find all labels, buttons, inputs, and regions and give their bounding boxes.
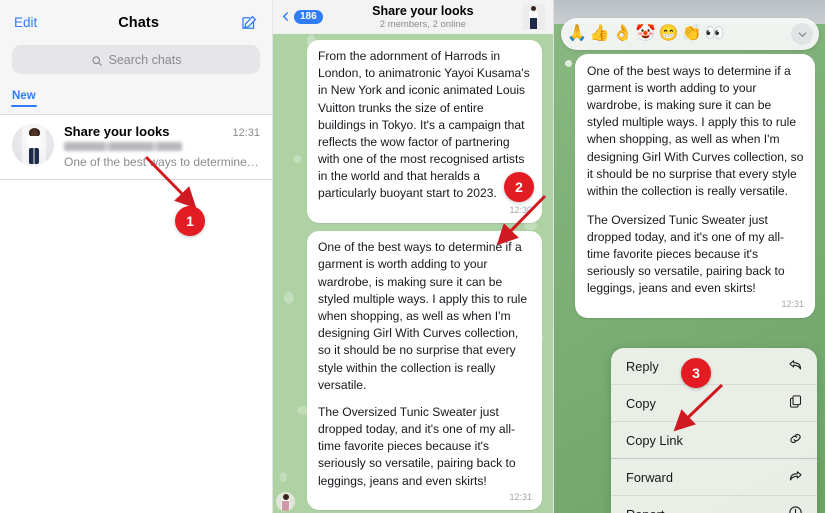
message-text-second-paragraph: The Oversized Tunic Sweater just dropped… — [587, 212, 785, 296]
chat-filter-tabs: New — [0, 82, 272, 114]
message-bubble[interactable]: One of the best ways to determine if a g… — [307, 231, 542, 511]
chevron-down-icon[interactable] — [791, 23, 813, 45]
chat-sender-name-redacted — [64, 142, 182, 151]
menu-item-label: Report — [626, 507, 664, 513]
link-icon — [788, 431, 803, 449]
step-badge-1: 1 — [175, 206, 205, 236]
reaction-ok-hand-icon[interactable]: 👌 — [613, 26, 633, 42]
avatar — [12, 124, 54, 166]
menu-item-reply[interactable]: Reply — [611, 348, 817, 384]
message-context-menu: Reply Copy Copy Link Forward — [611, 348, 817, 513]
report-icon — [788, 505, 803, 513]
reaction-clap-icon[interactable]: 👏 — [682, 26, 702, 42]
forward-icon — [788, 468, 803, 486]
message-timestamp: 12:31 — [781, 299, 804, 310]
chat-preview-text: One of the best ways to determine if a g… — [64, 155, 260, 169]
thread-subtitle: 2 members, 2 online — [379, 19, 466, 31]
panel-divider-2 — [553, 0, 554, 513]
menu-item-label: Reply — [626, 358, 659, 374]
chat-name: Share your looks — [64, 124, 170, 139]
chat-list-item[interactable]: Share your looks 12:31 One of the best w… — [0, 115, 272, 179]
back-button[interactable]: 186 — [280, 9, 323, 25]
menu-item-forward[interactable]: Forward — [611, 458, 817, 495]
message-timestamp: 12:30 — [509, 204, 532, 215]
selected-message-bubble[interactable]: One of the best ways to determine if a g… — [575, 54, 815, 319]
message-text: One of the best ways to determine if a g… — [587, 64, 804, 198]
chevron-left-icon — [280, 9, 291, 25]
message-text: One of the best ways to determine if a g… — [318, 240, 528, 392]
menu-item-label: Copy Link — [626, 432, 683, 448]
menu-item-copy-link[interactable]: Copy Link — [611, 421, 817, 458]
thread-title-block[interactable]: Share your looks 2 members, 2 online — [323, 4, 523, 30]
unread-badge: 186 — [294, 10, 323, 24]
reaction-eyes-icon[interactable]: 👀 — [705, 26, 725, 42]
search-bar-container: Search chats — [0, 45, 272, 82]
menu-item-report[interactable]: Report — [611, 495, 817, 513]
panel-divider-1 — [272, 0, 273, 513]
message-anchor-dot — [565, 60, 572, 67]
chat-row-divider — [0, 179, 272, 180]
search-icon — [91, 54, 103, 66]
compose-icon[interactable] — [240, 14, 258, 32]
edit-button[interactable]: Edit — [14, 15, 37, 30]
tab-new[interactable]: New — [11, 90, 37, 107]
chat-list-panel: Edit Chats Search chats New Share your l… — [0, 0, 272, 513]
chat-timestamp: 12:31 — [232, 127, 260, 139]
thread-topbar: 186 Share your looks 2 members, 2 online — [272, 0, 553, 34]
message-text: From the adornment of Harrods in London,… — [318, 49, 530, 201]
reaction-grin-icon[interactable]: 😁 — [659, 26, 679, 42]
menu-item-label: Copy — [626, 395, 656, 411]
reaction-bar: 🙏 👍 👌 🤡 😁 👏 👀 — [561, 18, 819, 50]
reaction-pray-icon[interactable]: 🙏 — [567, 26, 587, 42]
copy-icon — [788, 394, 803, 412]
search-input[interactable]: Search chats — [12, 45, 260, 74]
chat-list-topbar: Edit Chats — [0, 0, 272, 45]
reaction-thumbsup-icon[interactable]: 👍 — [590, 26, 610, 42]
context-menu-panel: 🙏 👍 👌 🤡 😁 👏 👀 One of the best ways to de… — [553, 0, 825, 513]
step-badge-3: 3 — [681, 358, 711, 388]
search-placeholder: Search chats — [108, 52, 182, 67]
menu-item-copy[interactable]: Copy — [611, 384, 817, 421]
reply-icon — [788, 357, 803, 375]
thread-title: Share your looks — [372, 3, 474, 18]
menu-item-label: Forward — [626, 469, 673, 485]
message-text-second-paragraph: The Oversized Tunic Sweater just dropped… — [318, 404, 516, 488]
message-list: From the adornment of Harrods in London,… — [272, 34, 553, 511]
page-title: Chats — [118, 14, 160, 31]
screenshot-root: Edit Chats Search chats New Share your l… — [0, 0, 825, 513]
reaction-clown-icon[interactable]: 🤡 — [636, 26, 656, 42]
thread-avatar[interactable] — [523, 4, 545, 30]
sender-avatar — [276, 492, 295, 511]
chat-thread-panel: 186 Share your looks 2 members, 2 online… — [272, 0, 553, 513]
step-badge-2: 2 — [504, 172, 534, 202]
message-timestamp: 12:31 — [509, 491, 532, 502]
